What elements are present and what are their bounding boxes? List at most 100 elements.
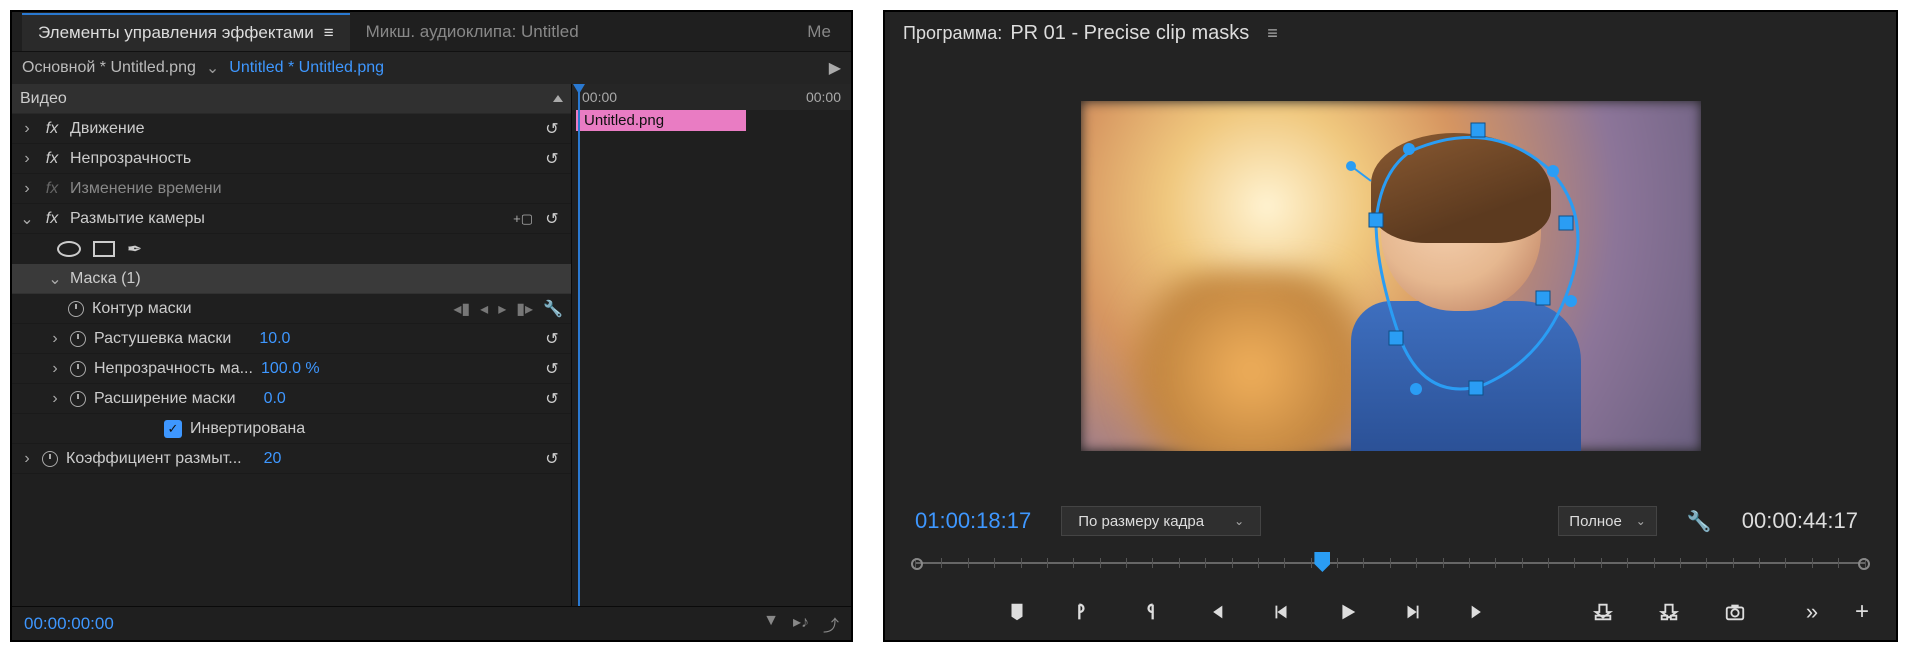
- reset-icon[interactable]: ↺: [541, 448, 563, 470]
- expand-arrow-icon[interactable]: ›: [48, 390, 62, 408]
- zoom-fit-dropdown[interactable]: По размеру кадра ⌄: [1061, 506, 1261, 536]
- mask-overlay[interactable]: [1341, 131, 1611, 411]
- track-back-icon[interactable]: ◂: [480, 299, 488, 319]
- source-master[interactable]: Основной * Untitled.png: [22, 59, 196, 77]
- playhead-timecode[interactable]: 01:00:18:17: [915, 508, 1031, 534]
- fx-badge-icon[interactable]: fx: [42, 180, 62, 198]
- collapse-arrow-icon[interactable]: ⌄: [48, 269, 62, 289]
- mask-track-controls: ◂▮ ◂ ▸ ▮▸ 🔧: [453, 299, 563, 319]
- mask-opacity-row[interactable]: › Непрозрачность ма... 100.0 % ↺: [12, 354, 571, 384]
- stopwatch-icon[interactable]: [70, 361, 86, 377]
- program-sequence-name[interactable]: PR 01 - Precise clip masks: [1010, 22, 1249, 45]
- play-only-icon[interactable]: ▶: [829, 58, 841, 78]
- program-viewport[interactable]: [885, 54, 1896, 498]
- program-label: Программа:: [903, 23, 1002, 44]
- go-to-out-button[interactable]: [1465, 598, 1493, 626]
- mask-expansion-value[interactable]: 0.0: [264, 390, 324, 408]
- mask-feather-row[interactable]: › Растушевка маски 10.0 ↺: [12, 324, 571, 354]
- effect-opacity[interactable]: › fx Непрозрачность ↺: [12, 144, 571, 174]
- mask-opacity-value[interactable]: 100.0 %: [261, 360, 321, 378]
- mask-expansion-row[interactable]: › Расширение маски 0.0 ↺: [12, 384, 571, 414]
- source-active[interactable]: Untitled * Untitled.png: [229, 59, 384, 77]
- chevron-down-icon[interactable]: ⌄: [206, 58, 219, 78]
- effect-motion[interactable]: › fx Движение ↺: [12, 114, 571, 144]
- extract-button[interactable]: [1655, 598, 1683, 626]
- effect-properties-list: Видео › fx Движение ↺ › fx Непрозрачност…: [12, 84, 572, 606]
- track-forward-icon[interactable]: ▸: [498, 299, 506, 319]
- stopwatch-icon[interactable]: [68, 301, 84, 317]
- fx-badge-icon[interactable]: fx: [42, 120, 62, 138]
- expand-arrow-icon[interactable]: ›: [48, 360, 62, 378]
- quality-dropdown[interactable]: Полное ⌄: [1558, 506, 1657, 536]
- program-scrub-bar[interactable]: [915, 544, 1866, 584]
- effect-camera-blur[interactable]: ⌄ fx Размытие камеры +▢ ↺: [12, 204, 571, 234]
- mark-out-button[interactable]: [1135, 598, 1163, 626]
- go-to-in-button[interactable]: [1201, 598, 1229, 626]
- tab-label: Микш. аудиоклипа: Untitled: [366, 22, 579, 42]
- expand-arrow-icon[interactable]: ›: [48, 330, 62, 348]
- settings-wrench-icon[interactable]: 🔧: [1687, 509, 1712, 534]
- tab-audio-mixer[interactable]: Микш. аудиоклипа: Untitled: [350, 14, 595, 50]
- keyframe-nav-icon[interactable]: ▸♪: [793, 612, 809, 636]
- track-back-one-icon[interactable]: ◂▮: [453, 299, 470, 319]
- lift-button[interactable]: [1589, 598, 1617, 626]
- reset-icon[interactable]: ↺: [541, 118, 563, 140]
- track-forward-one-icon[interactable]: ▮▸: [516, 299, 533, 319]
- mask-ellipse-tool[interactable]: [57, 241, 81, 257]
- mini-playhead[interactable]: [578, 84, 580, 606]
- collapse-icon[interactable]: [553, 95, 563, 102]
- expand-arrow-icon[interactable]: ›: [20, 180, 34, 198]
- mask-feather-value[interactable]: 10.0: [259, 330, 319, 348]
- reset-icon[interactable]: ↺: [541, 208, 563, 230]
- tab-overflow[interactable]: Ме: [807, 22, 841, 42]
- reset-icon[interactable]: ↺: [541, 358, 563, 380]
- current-timecode[interactable]: 00:00:00:00: [24, 614, 114, 634]
- expand-arrow-icon[interactable]: ›: [20, 120, 34, 138]
- filter-icon[interactable]: ▼: [763, 612, 779, 636]
- blur-amount-row[interactable]: › Коэффициент размыт... 20 ↺: [12, 444, 571, 474]
- mask-pen-tool[interactable]: ✒: [127, 239, 142, 260]
- mark-in-button[interactable]: [1069, 598, 1097, 626]
- stopwatch-icon[interactable]: [70, 331, 86, 347]
- tab-effect-controls[interactable]: Элементы управления эффектами ≡: [22, 13, 350, 51]
- mask-1-row[interactable]: ⌄ Маска (1): [12, 264, 571, 294]
- panel-menu-icon[interactable]: ≡: [1267, 23, 1278, 44]
- collapse-arrow-icon[interactable]: ⌄: [20, 209, 34, 229]
- chevron-down-icon: ⌄: [1636, 514, 1646, 528]
- mask-inverted-row[interactable]: ✓ Инвертирована: [12, 414, 571, 444]
- fx-badge-icon[interactable]: fx: [42, 210, 62, 228]
- out-point-handle[interactable]: [1858, 558, 1870, 570]
- chevron-down-icon: ⌄: [1234, 514, 1244, 528]
- step-back-button[interactable]: [1267, 598, 1295, 626]
- mask-rectangle-tool[interactable]: [93, 241, 115, 257]
- mask-path-row[interactable]: Контур маски ◂▮ ◂ ▸ ▮▸ 🔧: [12, 294, 571, 324]
- reset-icon[interactable]: ↺: [541, 388, 563, 410]
- mini-clip[interactable]: Untitled.png: [576, 110, 746, 131]
- tab-menu-icon[interactable]: ≡: [324, 23, 334, 43]
- step-forward-button[interactable]: [1399, 598, 1427, 626]
- left-tab-bar: Элементы управления эффектами ≡ Микш. ау…: [12, 12, 851, 52]
- stopwatch-icon[interactable]: [42, 451, 58, 467]
- scrub-playhead[interactable]: [1314, 552, 1330, 572]
- add-button[interactable]: +: [1848, 598, 1876, 626]
- stopwatch-icon[interactable]: [70, 391, 86, 407]
- reset-icon[interactable]: ↺: [541, 148, 563, 170]
- blur-amount-value[interactable]: 20: [264, 450, 324, 468]
- effect-mini-timeline[interactable]: 00:00 00:00 Untitled.png: [572, 84, 851, 606]
- export-frame-button[interactable]: [1721, 598, 1749, 626]
- duration-timecode[interactable]: 00:00:44:17: [1742, 508, 1858, 534]
- effect-time-remap[interactable]: › fx Изменение времени: [12, 174, 571, 204]
- reset-icon[interactable]: ↺: [541, 328, 563, 350]
- add-marker-button[interactable]: [1003, 598, 1031, 626]
- expand-arrow-icon[interactable]: ›: [20, 150, 34, 168]
- expand-arrow-icon[interactable]: ›: [20, 450, 34, 468]
- inverted-checkbox[interactable]: ✓: [164, 420, 182, 438]
- export-icon[interactable]: ⤴: [823, 612, 839, 636]
- wrench-icon[interactable]: 🔧: [543, 299, 563, 319]
- button-editor-icon[interactable]: »: [1798, 598, 1826, 626]
- in-point-handle[interactable]: [911, 558, 923, 570]
- play-button[interactable]: [1333, 598, 1361, 626]
- effect-in-out-icon[interactable]: +▢: [513, 211, 533, 227]
- video-section-header[interactable]: Видео: [12, 84, 571, 114]
- fx-badge-icon[interactable]: fx: [42, 150, 62, 168]
